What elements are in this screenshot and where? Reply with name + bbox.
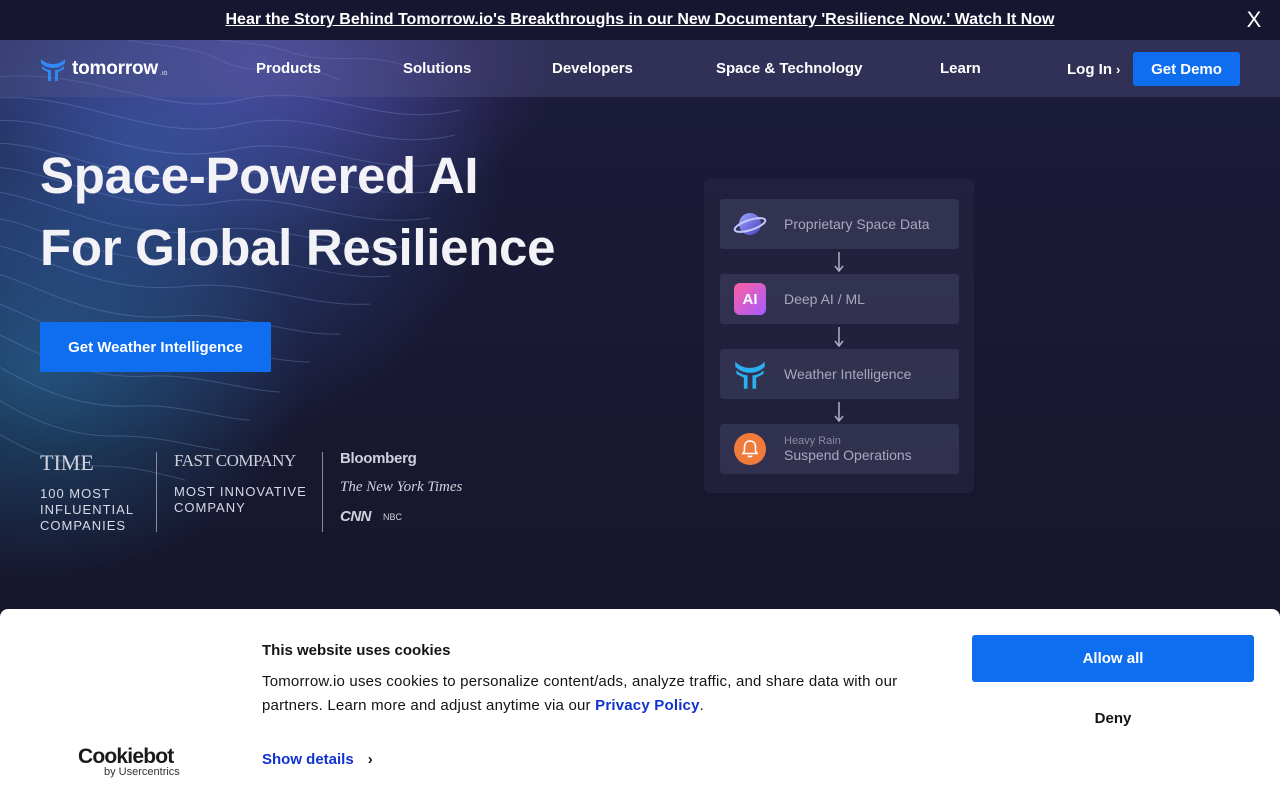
time-caption: 100 MOST INFLUENTIAL COMPANIES: [40, 486, 134, 534]
tomorrow-logo[interactable]: tomorrow .io: [40, 56, 167, 82]
intelligence-flow-panel: Proprietary Space Data AI Deep AI / ML W…: [704, 179, 974, 493]
nav-item-developers[interactable]: Developers: [552, 60, 633, 77]
get-demo-button[interactable]: Get Demo: [1133, 52, 1240, 86]
press-media: Bloomberg The New York Times CNN NBC: [340, 450, 462, 525]
fastcompany-logo: FAST COMPANY: [174, 451, 296, 470]
flow-step-suspend-operations: Heavy Rain Suspend Operations: [720, 424, 959, 474]
close-icon[interactable]: X: [1242, 8, 1266, 32]
hero-headline: Space-Powered AI For Global Resilience: [40, 140, 555, 284]
press-divider: [322, 452, 323, 532]
deny-button[interactable]: Deny: [972, 695, 1254, 742]
time-logo: TIME: [40, 450, 94, 475]
cookie-banner: Cookiebot by Usercentrics This website u…: [0, 609, 1280, 800]
announcement-bar: Hear the Story Behind Tomorrow.io's Brea…: [0, 0, 1280, 40]
cookie-text: Tomorrow.io uses cookies to personalize …: [262, 670, 942, 718]
announcement-link[interactable]: Hear the Story Behind Tomorrow.io's Brea…: [225, 11, 1054, 29]
tomorrow-logo-icon: [41, 59, 65, 81]
cookie-text-body: Tomorrow.io uses cookies to personalize …: [262, 673, 898, 714]
chevron-right-icon: ›: [367, 751, 373, 768]
flow-step-sublabel: Heavy Rain: [784, 435, 841, 447]
arrow-down-icon: [834, 327, 844, 347]
ai-icon: AI: [733, 282, 767, 316]
arrow-down-icon: [834, 252, 844, 272]
fastcompany-caption: MOST INNOVATIVE COMPANY: [174, 484, 307, 516]
nav-item-products[interactable]: Products: [256, 60, 321, 77]
flow-step-label: Proprietary Space Data: [784, 216, 930, 232]
tomorrow-logo-icon: [733, 357, 767, 391]
flow-step-label: Suspend Operations: [784, 447, 912, 463]
logo-suffix: .io: [160, 69, 168, 77]
login-link[interactable]: Log In ›: [1067, 61, 1120, 78]
press-fastcompany: FAST COMPANY MOST INNOVATIVE COMPANY: [174, 450, 307, 516]
planet-icon: [733, 207, 767, 241]
fastcompany-caption-line: COMPANY: [174, 500, 246, 515]
allow-all-button[interactable]: Allow all: [972, 635, 1254, 682]
flow-step-label: Weather Intelligence: [784, 366, 912, 382]
fastcompany-caption-line: MOST INNOVATIVE: [174, 484, 307, 499]
logo-text: tomorrow: [72, 58, 159, 79]
time-caption-line: INFLUENTIAL: [40, 502, 135, 517]
headline-line-1: Space-Powered AI: [40, 147, 479, 204]
nav-item-learn[interactable]: Learn: [940, 60, 981, 77]
time-caption-line: 100 MOST: [40, 486, 111, 501]
arrow-down-icon: [834, 402, 844, 422]
chevron-right-icon: ›: [1116, 62, 1121, 77]
cookiebot-brand-sub: by Usercentrics: [104, 766, 180, 778]
cookiebot-brand: Cookiebot: [78, 745, 174, 768]
cnn-logo: CNN: [340, 508, 372, 525]
flow-step-deep-ai: AI Deep AI / ML: [720, 274, 959, 324]
flow-step-text: Heavy Rain Suspend Operations: [784, 435, 912, 463]
cookie-title: This website uses cookies: [262, 642, 451, 659]
privacy-policy-link[interactable]: Privacy Policy: [595, 697, 700, 714]
flow-step-label: Deep AI / ML: [784, 291, 865, 307]
nbc-logo: NBC: [383, 511, 403, 522]
show-details-button[interactable]: Show details ›: [262, 751, 373, 768]
ai-icon-text: AI: [734, 283, 766, 315]
flow-step-weather-intelligence: Weather Intelligence: [720, 349, 959, 399]
flow-step-space-data: Proprietary Space Data: [720, 199, 959, 249]
login-label: Log In: [1067, 61, 1112, 78]
main-nav: tomorrow .io Products Solutions Develope…: [0, 40, 1280, 97]
bell-icon: [733, 432, 767, 466]
cookie-text-end: .: [699, 697, 705, 714]
time-caption-line: COMPANIES: [40, 518, 127, 533]
headline-line-2: For Global Resilience: [40, 219, 556, 276]
cookiebot-logo: Cookiebot by Usercentrics: [78, 745, 180, 778]
nyt-logo: The New York Times: [340, 479, 463, 495]
nav-item-space-technology[interactable]: Space & Technology: [716, 60, 862, 77]
get-weather-intelligence-button[interactable]: Get Weather Intelligence: [40, 322, 271, 372]
press-divider: [156, 452, 157, 532]
bloomberg-logo: Bloomberg: [340, 450, 417, 467]
nav-item-solutions[interactable]: Solutions: [403, 60, 471, 77]
show-details-label: Show details: [262, 751, 354, 768]
press-time: TIME 100 MOST INFLUENTIAL COMPANIES: [40, 450, 134, 534]
